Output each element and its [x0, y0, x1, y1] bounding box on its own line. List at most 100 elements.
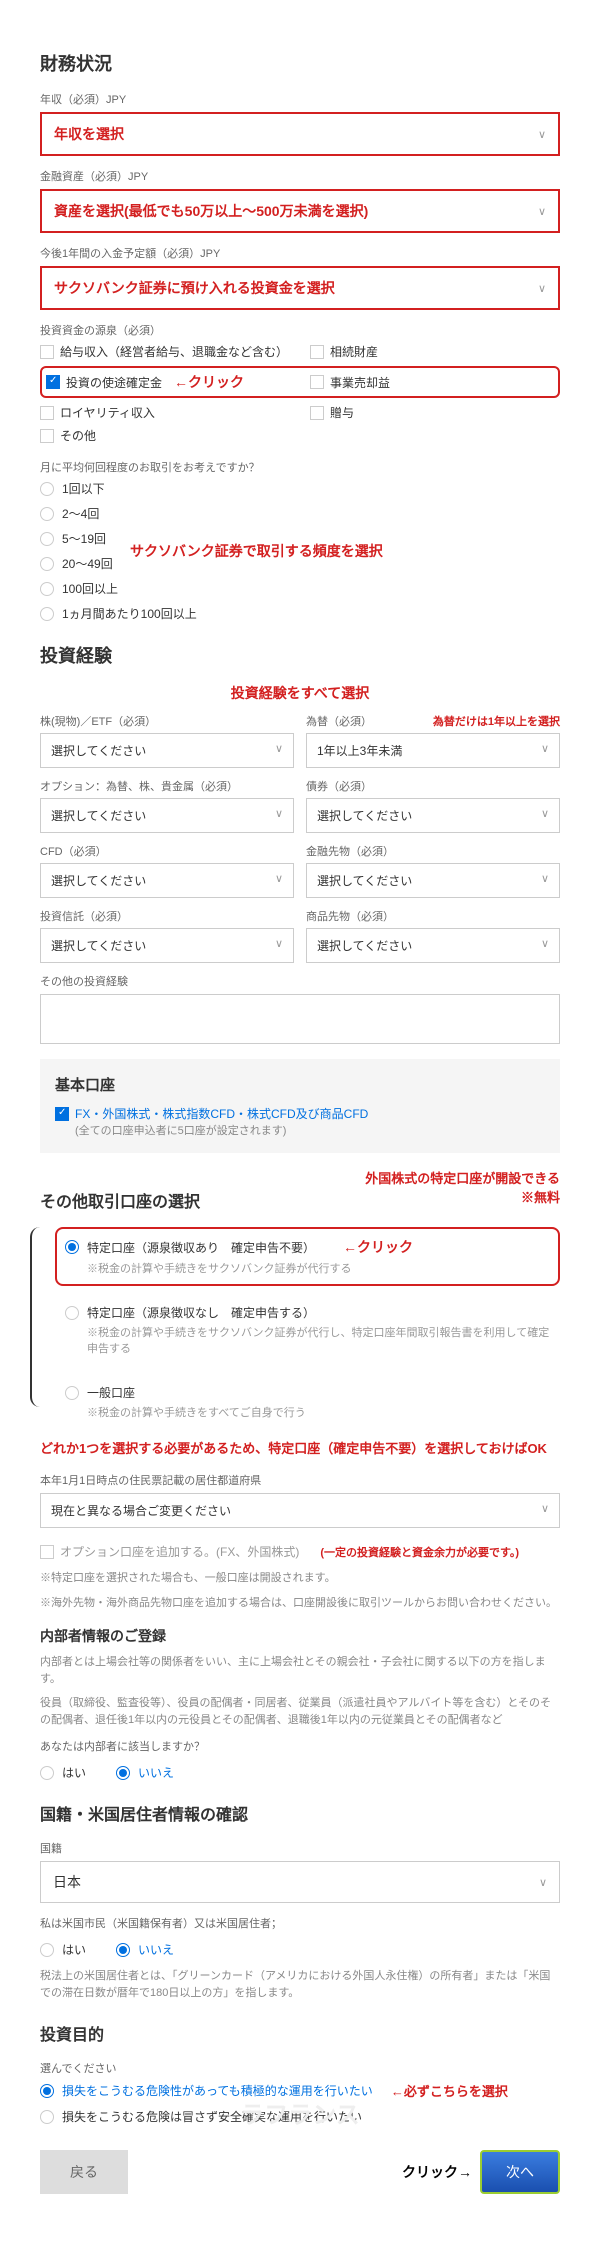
cb-business-label: 事業売却益: [330, 374, 390, 391]
purpose-annot: ←必ずこちらを選択: [391, 2081, 508, 2100]
cb-inheritance-label: 相続財産: [330, 343, 378, 360]
radio-purpose-1[interactable]: [40, 2084, 54, 2098]
insider-desc2: 役員（取締役、監査役等）、役員の配偶者・同居者、従業員（派遣社員やアルバイト等を…: [40, 1695, 560, 1728]
assets-select[interactable]: 資産を選択(最低でも50万以上～500万未満を選択) ∨: [40, 189, 560, 233]
purpose-title: 投資目的: [40, 2021, 560, 2045]
radio-opt3[interactable]: [65, 1386, 79, 1400]
opt3-note: ※税金の計算や手続きをすべてご自身で行う: [87, 1404, 550, 1420]
futures-select[interactable]: 選択してください∨: [306, 863, 560, 898]
financial-title: 財務状況: [40, 50, 560, 76]
next-button[interactable]: 次へ: [480, 2150, 560, 2194]
cb-gift-label: 贈与: [330, 404, 354, 421]
basic-account-note: (全ての口座申込者に5口座が設定されます): [75, 1122, 545, 1138]
futures-label: 金融先物（必須）: [306, 843, 560, 859]
cb-business[interactable]: [310, 375, 324, 389]
fx-annot: 為替だけは1年以上を選択: [433, 713, 560, 733]
radio-opt1[interactable]: [65, 1240, 79, 1254]
freq-opt-1: 2～4回: [62, 505, 99, 522]
bond-label: 債券（必須）: [306, 778, 560, 794]
radio-opt2[interactable]: [65, 1306, 79, 1320]
option-select[interactable]: 選択してください∨: [40, 798, 294, 833]
experience-title: 投資経験: [40, 642, 560, 668]
cfd-select[interactable]: 選択してください∨: [40, 863, 294, 898]
us-note: 税法上の米国居住者とは、「グリーンカード（アメリカにおける外国人永住権）の所有者…: [40, 1968, 560, 2001]
cb-royalty[interactable]: [40, 406, 54, 420]
insider-desc: 内部者とは上場会社等の関係者をいい、主に上場会社とその親会社・子会社に関する以下…: [40, 1654, 560, 1687]
stock-label: 株(現物)／ETF（必須）: [40, 713, 294, 729]
radio-freq-2[interactable]: [40, 532, 54, 546]
radio-freq-4[interactable]: [40, 582, 54, 596]
us-q: 私は米国市民（米国籍保有者）又は米国居住者；: [40, 1915, 560, 1931]
click-arrow: クリック→: [402, 2162, 472, 2182]
account-opt-3[interactable]: 一般口座 ※税金の計算や手続きをすべてご自身で行う: [55, 1374, 560, 1430]
radio-freq-3[interactable]: [40, 557, 54, 571]
cb-salary[interactable]: [40, 345, 54, 359]
option-label: オプション：為替、株、貴金属（必須）: [40, 778, 294, 794]
fx-select[interactable]: 1年以上3年未満∨: [306, 733, 560, 768]
income-select-text: 年収を選択: [54, 124, 124, 144]
bond-select[interactable]: 選択してください∨: [306, 798, 560, 833]
cb-royalty-label: ロイヤリティ収入: [60, 404, 155, 421]
us-yes: はい: [62, 1941, 86, 1958]
other-account-annot: 外国株式の特定口座が開設できる: [365, 1168, 560, 1187]
address-label: 本年1月1日時点の住民票記載の居住都道府県: [40, 1472, 560, 1488]
cb-option-account[interactable]: [40, 1545, 54, 1559]
cb-investment[interactable]: [46, 375, 60, 389]
address-select[interactable]: 現在と異なる場合ご変更ください∨: [40, 1493, 560, 1528]
fx-label: 為替（必須）: [306, 713, 372, 729]
cb-inheritance[interactable]: [310, 345, 324, 359]
assets-select-text: 資産を選択(最低でも50万以上～500万未満を選択): [54, 201, 368, 221]
deposit-select[interactable]: サクソバンク証券に預け入れる投資金を選択 ∨: [40, 266, 560, 310]
option-note: (一定の投資経験と資金余力が必要です。): [320, 1544, 519, 1560]
freq-opt-5: 1ヵ月間あたり100回以上: [62, 605, 197, 622]
stock-select[interactable]: 選択してください∨: [40, 733, 294, 768]
chevron-down-icon: ∨: [538, 205, 546, 218]
income-label: 年収（必須）JPY: [40, 91, 560, 107]
radio-us-no[interactable]: [116, 1943, 130, 1957]
account-red-note: どれか1つを選択する必要があるため、特定口座（確定申告不要）を選択しておけばOK: [40, 1438, 560, 1457]
radio-purpose-2[interactable]: [40, 2110, 54, 2124]
commodity-label: 商品先物（必須）: [306, 908, 560, 924]
radio-freq-1[interactable]: [40, 507, 54, 521]
account-opt-2[interactable]: 特定口座（源泉徴収なし 確定申告する） ※税金の計算や手続きをサクソバンク証券が…: [55, 1294, 560, 1366]
freq-annot: サクソバンク証券で取引する頻度を選択: [130, 541, 383, 561]
other-exp-textarea[interactable]: [40, 994, 560, 1044]
insider-yes: はい: [62, 1764, 86, 1781]
insider-title: 内部者情報のご登録: [40, 1626, 560, 1646]
assets-label: 金融資産（必須）JPY: [40, 168, 560, 184]
other-exp-label: その他の投資経験: [40, 973, 560, 989]
source-label: 投資資金の源泉（必須）: [40, 322, 560, 338]
back-button[interactable]: 戻る: [40, 2150, 128, 2194]
basic-account-box: 基本口座 FX・外国株式・株式指数CFD・株式CFD及び商品CFD (全ての口座…: [40, 1059, 560, 1153]
radio-insider-no[interactable]: [116, 1766, 130, 1780]
insider-q: あなたは内部者に該当しますか？: [40, 1738, 560, 1754]
radio-freq-5[interactable]: [40, 607, 54, 621]
opt1-click: ←クリック: [343, 1237, 413, 1257]
radio-insider-yes[interactable]: [40, 1766, 54, 1780]
click-annot: ←クリック: [174, 372, 244, 392]
opt2-label: 特定口座（源泉徴収なし 確定申告する）: [87, 1304, 315, 1321]
trust-select[interactable]: 選択してください∨: [40, 928, 294, 963]
deposit-select-text: サクソバンク証券に預け入れる投資金を選択: [54, 278, 335, 298]
cb-gift[interactable]: [310, 406, 324, 420]
opt1-label: 特定口座（源泉徴収あり 確定申告不要）: [87, 1239, 315, 1256]
radio-us-yes[interactable]: [40, 1943, 54, 1957]
basic-account-option: FX・外国株式・株式指数CFD・株式CFD及び商品CFD: [75, 1105, 368, 1122]
account-opt-1[interactable]: 特定口座（源泉徴収あり 確定申告不要） ←クリック ※税金の計算や手続きをサクソバ…: [55, 1227, 560, 1286]
freq-label: 月に平均何回程度のお取引をお考えですか？: [40, 459, 560, 475]
radio-freq-0[interactable]: [40, 482, 54, 496]
other-account-free: ※無料: [365, 1187, 560, 1206]
chevron-down-icon: ∨: [538, 128, 546, 141]
freq-opt-2: 5～19回: [62, 530, 106, 547]
option-cb-label: オプション口座を追加する。(FX、外国株式): [60, 1543, 299, 1560]
nationality-title: 国籍・米国居住者情報の確認: [40, 1801, 560, 1825]
income-select[interactable]: 年収を選択 ∨: [40, 112, 560, 156]
cb-basic-account[interactable]: [55, 1107, 69, 1121]
opt2-note: ※税金の計算や手続きをサクソバンク証券が代行し、特定口座年間取引報告書を利用して…: [87, 1324, 550, 1356]
nationality-select[interactable]: 日本∨: [40, 1861, 560, 1903]
freq-opt-0: 1回以下: [62, 480, 105, 497]
commodity-select[interactable]: 選択してください∨: [306, 928, 560, 963]
opt1-note: ※税金の計算や手続きをサクソバンク証券が代行する: [87, 1260, 550, 1276]
cb-other[interactable]: [40, 429, 54, 443]
us-no: いいえ: [138, 1941, 174, 1958]
